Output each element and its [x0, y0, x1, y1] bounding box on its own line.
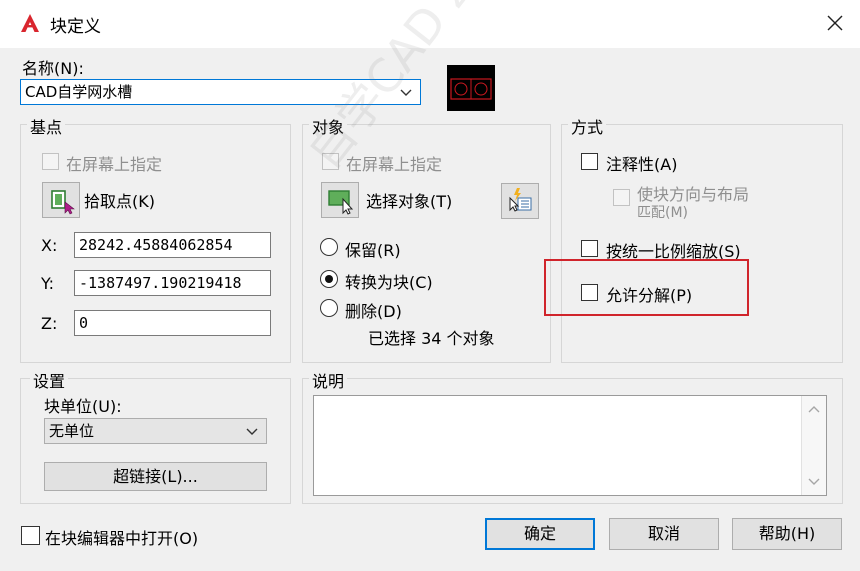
settings-group-label: 设置 — [30, 368, 69, 392]
base-specify-onscreen-checkbox[interactable] — [42, 153, 59, 170]
pick-point-icon — [51, 190, 75, 215]
block-unit-select[interactable]: 无单位 — [44, 418, 267, 444]
block-name-combobox[interactable]: CAD自学网水槽 — [20, 79, 421, 105]
name-label: 名称(N): — [22, 59, 84, 78]
delete-label: 删除(D) — [345, 302, 402, 321]
x-label: X: — [41, 236, 58, 255]
convert-to-block-label: 转换为块(C) — [345, 273, 433, 292]
pick-point-button[interactable] — [42, 182, 80, 218]
behavior-group-label: 方式 — [568, 114, 607, 138]
delete-radio[interactable] — [320, 299, 338, 317]
block-name-value: CAD自学网水槽 — [25, 83, 133, 101]
base-specify-onscreen-label: 在屏幕上指定 — [66, 155, 163, 174]
open-in-block-editor-checkbox[interactable] — [21, 526, 40, 545]
chevron-down-icon[interactable] — [244, 423, 260, 439]
match-orientation-line2: 匹配(M) — [637, 205, 689, 221]
block-unit-label: 块单位(U): — [44, 397, 122, 416]
quick-select-button[interactable] — [501, 183, 539, 219]
z-label: Z: — [41, 314, 58, 333]
z-field[interactable]: 0 — [74, 310, 271, 336]
annotative-checkbox[interactable] — [581, 153, 598, 170]
scroll-down-icon[interactable] — [806, 473, 822, 489]
selected-count-text: 已选择 34 个对象 — [368, 329, 495, 348]
sink-preview-icon — [450, 78, 492, 100]
match-orientation-label: 使块方向与布局 匹配(M) — [637, 186, 749, 222]
select-objects-label: 选择对象(T) — [366, 192, 453, 211]
objects-group-label: 对象 — [309, 114, 348, 138]
ok-button[interactable]: 确定 — [485, 518, 595, 550]
help-button[interactable]: 帮助(H) — [732, 518, 842, 550]
open-in-block-editor-label: 在块编辑器中打开(O) — [45, 529, 199, 548]
y-label: Y: — [41, 274, 55, 293]
select-objects-button[interactable] — [321, 182, 359, 218]
quick-select-icon — [509, 188, 532, 212]
base-point-group-label: 基点 — [27, 114, 66, 138]
x-field[interactable]: 28242.45884062854 — [74, 232, 271, 258]
objects-specify-onscreen-label: 在屏幕上指定 — [346, 155, 443, 174]
retain-radio[interactable] — [320, 238, 338, 256]
y-field[interactable]: -1387497.190219418 — [74, 270, 271, 296]
allow-explode-highlight — [544, 259, 749, 316]
block-unit-value: 无单位 — [49, 422, 95, 440]
description-scrollbar[interactable] — [801, 396, 826, 495]
match-orientation-line1: 使块方向与布局 — [637, 185, 750, 204]
close-icon[interactable] — [822, 10, 848, 36]
pick-point-label: 拾取点(K) — [84, 192, 155, 211]
match-orientation-checkbox[interactable] — [613, 189, 630, 206]
title-bar: 块定义 — [0, 0, 860, 48]
block-preview — [447, 65, 495, 111]
cancel-button[interactable]: 取消 — [609, 518, 719, 550]
scroll-up-icon[interactable] — [806, 402, 822, 418]
retain-label: 保留(R) — [345, 241, 401, 260]
chevron-down-icon[interactable] — [398, 84, 414, 100]
description-group-label: 说明 — [309, 368, 348, 392]
select-objects-icon — [328, 190, 354, 215]
dialog-title: 块定义 — [50, 17, 101, 37]
description-textarea[interactable] — [313, 395, 827, 496]
annotative-label: 注释性(A) — [606, 155, 678, 174]
objects-specify-onscreen-checkbox[interactable] — [322, 153, 339, 170]
autocad-logo-icon — [21, 14, 39, 32]
scale-uniformly-checkbox[interactable] — [581, 240, 598, 257]
convert-to-block-radio[interactable] — [320, 270, 338, 288]
hyperlink-button[interactable]: 超链接(L)... — [44, 462, 267, 491]
